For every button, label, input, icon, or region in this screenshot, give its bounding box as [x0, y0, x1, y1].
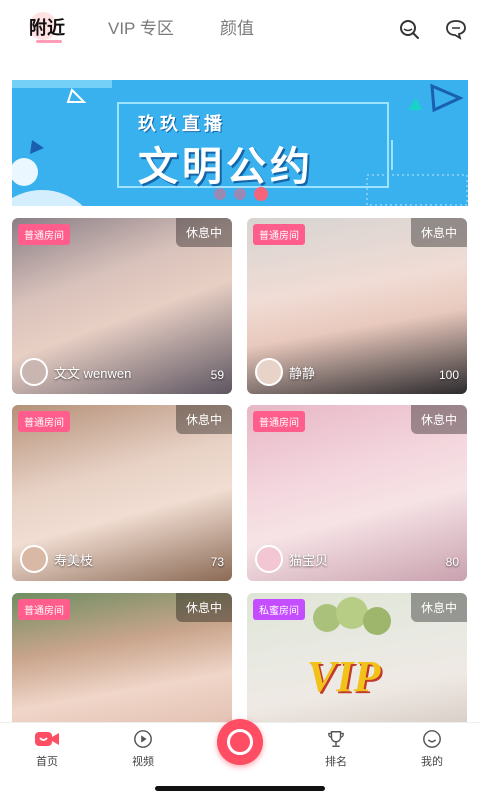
room-type-badge: 普通房间 [253, 411, 305, 432]
viewer-count: 80 [445, 555, 459, 569]
flower-decoration [313, 597, 391, 635]
room-status: 休息中 [175, 218, 232, 247]
tab-appearance[interactable]: 颜值 [220, 14, 254, 39]
banner-carousel[interactable]: 玖玖直播 文明公约 [12, 80, 468, 206]
tab-nearby[interactable]: 附近 [29, 14, 65, 40]
nav-video[interactable]: 视频 [113, 729, 173, 769]
carousel-dot[interactable] [234, 188, 246, 200]
message-icon[interactable] [445, 18, 467, 40]
room-type-badge: 普通房间 [18, 599, 70, 620]
tab-vip-zone[interactable]: VIP 专区 [108, 14, 174, 39]
nav-ranking[interactable]: 排名 [306, 729, 366, 769]
room-type-badge: 私蜜房间 [253, 599, 305, 620]
live-room-card[interactable]: 普通房间 休息中 寿美枝 73 [12, 405, 232, 581]
nav-profile[interactable]: 我的 [402, 729, 462, 769]
nav-home[interactable]: 首页 [17, 729, 77, 769]
nav-home-label: 首页 [36, 756, 58, 768]
nav-video-label: 视频 [132, 756, 154, 768]
room-type-badge: 普通房间 [253, 224, 305, 245]
nav-profile-label: 我的 [421, 756, 443, 768]
home-indicator[interactable] [155, 786, 325, 791]
avatar[interactable] [255, 358, 283, 386]
live-room-card[interactable]: VIP 私蜜房间 休息中 [247, 593, 467, 723]
avatar[interactable] [20, 358, 48, 386]
host-name: 猫宝贝 [289, 552, 329, 568]
top-tab-bar: 附近 VIP 专区 颜值 [0, 0, 480, 52]
host-name: 寿美枝 [54, 552, 94, 568]
banner-subtitle: 文明公约 [138, 145, 314, 189]
room-status: 休息中 [410, 405, 467, 434]
go-live-icon [227, 729, 253, 755]
trophy-icon [328, 731, 344, 747]
viewer-count: 59 [210, 368, 224, 382]
active-tab-indicator [36, 40, 62, 43]
search-icon[interactable] [398, 18, 420, 40]
viewer-count: 100 [438, 368, 459, 382]
banner-title: 玖玖直播 [138, 114, 226, 134]
room-status: 休息中 [175, 593, 232, 622]
play-icon [134, 730, 152, 748]
home-live-icon [35, 732, 59, 746]
viewer-count: 73 [210, 555, 224, 569]
profile-icon [423, 730, 441, 748]
room-type-badge: 普通房间 [18, 224, 70, 245]
room-status: 休息中 [410, 593, 467, 622]
live-room-card[interactable]: 普通房间 休息中 文文 wenwen 59 [12, 218, 232, 394]
host-name: 文文 wenwen [54, 365, 132, 381]
nav-ranking-label: 排名 [325, 756, 347, 768]
host-name: 静静 [289, 365, 316, 381]
avatar[interactable] [20, 545, 48, 573]
vip-watermark: VIP [307, 652, 381, 701]
go-live-button[interactable] [217, 719, 263, 765]
room-type-badge: 普通房间 [18, 411, 70, 432]
room-status: 休息中 [410, 218, 467, 247]
carousel-dot-active[interactable] [254, 187, 268, 201]
avatar[interactable] [255, 545, 283, 573]
live-room-card[interactable]: 普通房间 休息中 猫宝贝 80 [247, 405, 467, 581]
live-room-card[interactable]: 普通房间 休息中 静静 100 [247, 218, 467, 394]
room-status: 休息中 [175, 405, 232, 434]
live-room-card[interactable]: 普通房间 休息中 [12, 593, 232, 723]
carousel-dot[interactable] [214, 188, 226, 200]
